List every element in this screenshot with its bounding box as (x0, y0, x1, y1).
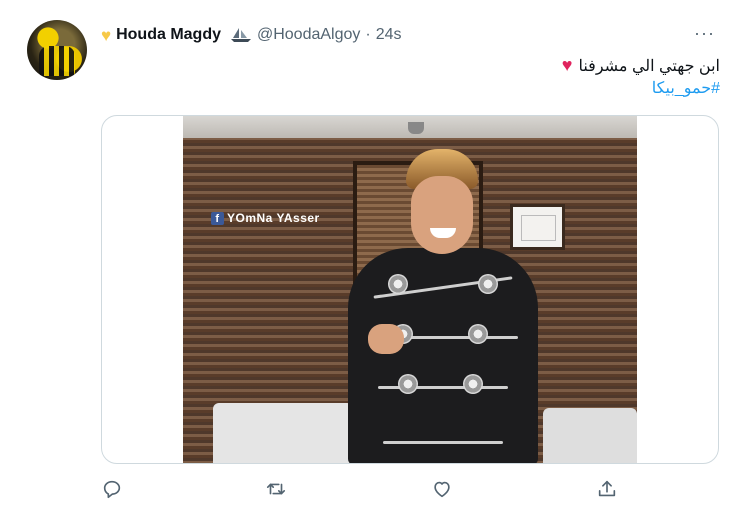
tweet-actions (0, 478, 740, 506)
jacket-brooch (468, 324, 488, 344)
share-button[interactable] (596, 478, 620, 502)
ceiling-light (408, 122, 424, 134)
jacket-brooch (478, 274, 498, 294)
avatar[interactable] (27, 20, 87, 80)
hand (368, 324, 404, 354)
red-heart-icon: ♥ (561, 55, 573, 75)
person (338, 146, 548, 463)
jacket-brooch (463, 374, 483, 394)
heart-icon (434, 481, 450, 498)
yellow-heart-icon: ♥ (101, 25, 112, 45)
reply-icon (103, 480, 121, 499)
tweet-media[interactable]: f YOmNa YAsser (101, 115, 719, 464)
ship-icon (230, 27, 252, 43)
reply-button[interactable] (101, 478, 125, 502)
face (411, 176, 473, 254)
share-icon (598, 480, 616, 497)
jacket-brooch (398, 374, 418, 394)
photo[interactable]: f YOmNa YAsser (183, 116, 637, 463)
facebook-icon: f (211, 211, 224, 225)
retweet-button[interactable] (265, 478, 289, 502)
retweet-icon (266, 483, 286, 495)
jacket-cord (383, 441, 503, 444)
timestamp[interactable]: 24s (376, 26, 402, 44)
tweet-header: ♥ Houda Magdy @HoodaAlgoy · 24s (101, 24, 402, 46)
more-options-button[interactable]: ··· (694, 23, 715, 44)
photo-watermark: f YOmNa YAsser (211, 211, 320, 225)
jacket (348, 248, 538, 463)
display-name[interactable]: Houda Magdy (116, 26, 221, 44)
separator-dot: · (365, 26, 371, 43)
hashtag-link[interactable]: #حمو_بيكا (652, 78, 720, 98)
tweet[interactable]: ♥ Houda Magdy @HoodaAlgoy · 24s ··· ابن … (0, 0, 740, 506)
like-button[interactable] (431, 478, 455, 502)
watermark-text: YOmNa YAsser (227, 211, 320, 225)
tweet-text: ابن جهتي الي مشرفنا ♥ (562, 55, 720, 76)
jacket-brooch (388, 274, 408, 294)
sofa-right (543, 408, 637, 463)
sofa-left (213, 403, 353, 463)
tweet-text-body: ابن جهتي الي مشرفنا (578, 57, 720, 75)
user-handle[interactable]: @HoodaAlgoy (257, 26, 360, 44)
